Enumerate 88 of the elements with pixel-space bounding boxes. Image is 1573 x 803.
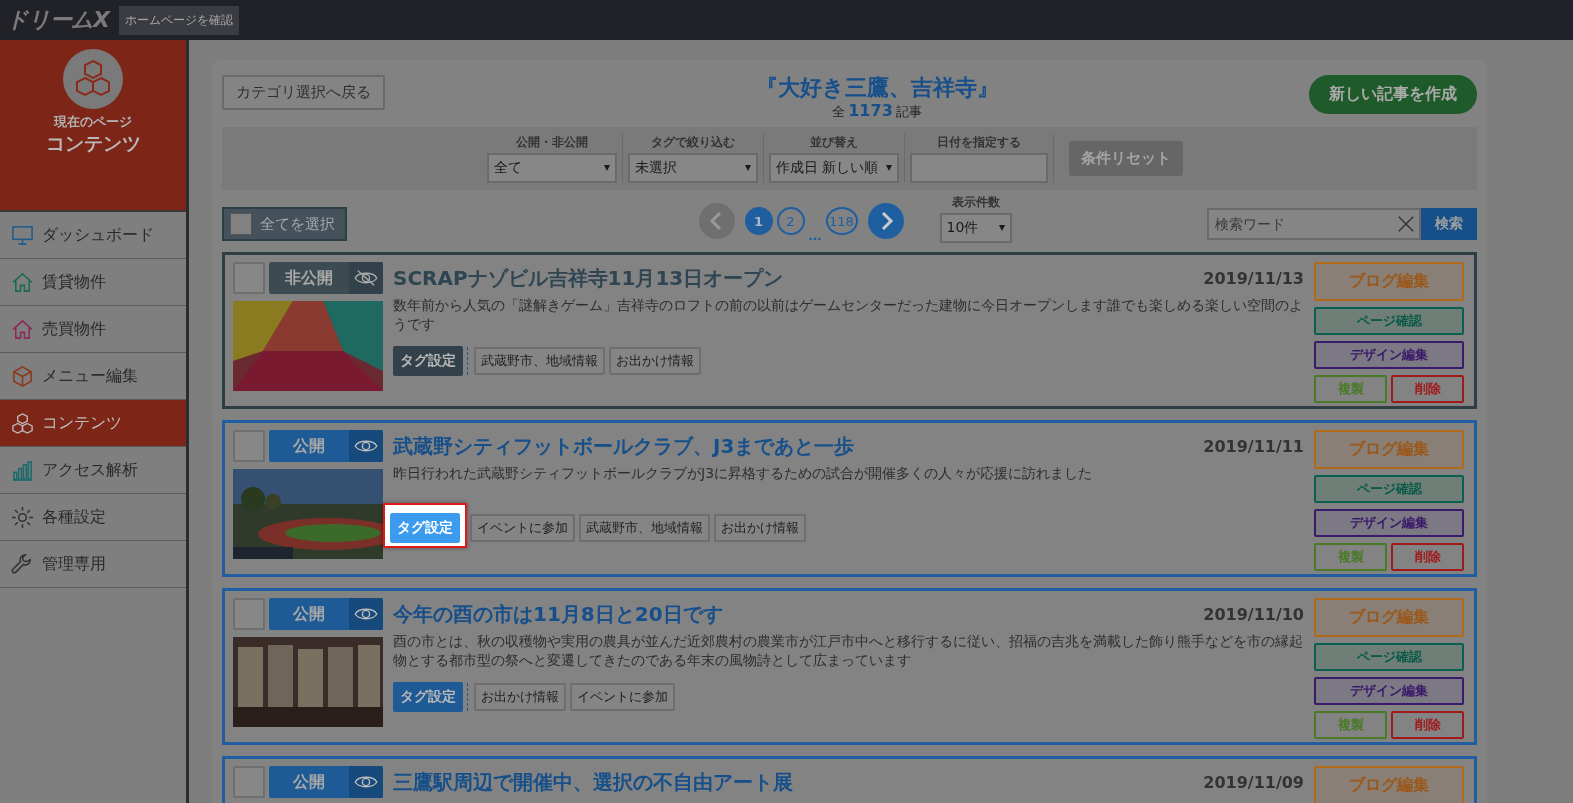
status-badge[interactable]: 非公開 [269,262,383,294]
checkbox[interactable] [233,262,265,294]
action-button[interactable]: 削除 [1391,375,1464,403]
house-icon [11,270,34,294]
action-button[interactable]: デザイン編集 [1314,341,1464,369]
action-button[interactable]: ページ確認 [1314,475,1464,503]
status-badge[interactable]: 公開 [269,598,383,630]
page-ellipsis: … [808,227,822,243]
action-button[interactable]: デザイン編集 [1314,677,1464,705]
sidebar-item[interactable]: 売買物件 [0,306,186,353]
filter-label: 公開・非公開 [516,134,588,151]
action-button[interactable]: デザイン編集 [1314,509,1464,537]
dropdown-arrow-icon [604,165,610,171]
action-button[interactable]: ページ確認 [1314,307,1464,335]
tag[interactable]: お出かけ情報 [609,347,701,375]
filter-label: 並び替え [810,134,858,151]
checkbox[interactable] [233,766,265,798]
sidebar-item[interactable]: 各種設定 [0,494,186,541]
checkbox[interactable] [233,430,265,462]
action-button[interactable]: 削除 [1391,711,1464,739]
logo[interactable]: ドリームX [6,5,109,35]
current-page-name: コンテンツ [45,131,141,156]
sidebar-item[interactable]: 賃貸物件 [0,259,186,306]
action-button[interactable]: 削除 [1391,543,1464,571]
back-button[interactable]: カテゴリ選択へ戻る [222,75,385,110]
cube-icon [11,364,34,388]
bar-chart-icon [11,458,34,482]
next-page-icon[interactable] [867,203,904,239]
status-badge[interactable]: 公開 [269,766,383,798]
count-suffix: 記事 [895,103,922,121]
tag[interactable]: 武蔵野市、地域情報 [474,347,605,375]
article-excerpt: 数年前から人気の「謎解きゲーム」吉祥寺のロフトの前の以前はゲームセンターだった建物に今日オープンします誰でも楽しめる楽しい空間のようです [393,296,1304,334]
article-excerpt: 酉の市とは、秋の収穫物や実用の農具が並んだ近郊農村の農業市が江戸市中へと移行するに従い、招福の吉兆を満載した飾り熊手などを市の縁起物とする都市型の祭へと変遷してきたのである年末の風物詩として広まっています [393,632,1304,670]
tag-settings-button[interactable]: タグ設定 [390,512,460,543]
tag[interactable]: お出かけ情報 [474,683,566,711]
count-prefix: 全 [832,103,846,121]
article-date: 2019/11/10 [1203,604,1304,624]
per-page-label: 表示件数 [951,193,1000,211]
tag-settings-button[interactable]: タグ設定 [393,346,463,376]
dropdown-arrow-icon [998,224,1005,231]
search-field[interactable]: 検索ワード [1207,208,1421,240]
sidebar-item[interactable]: アクセス解析 [0,447,186,494]
new-article-button[interactable]: 新しい記事を作成 [1309,75,1477,114]
page-link[interactable]: 1 [744,207,773,235]
sidebar-item[interactable]: ダッシュボード [0,212,186,259]
article-date: 2019/11/09 [1203,772,1304,792]
checkbox[interactable] [233,598,265,630]
filter-select[interactable]: 作成日 新しい順 [769,153,899,183]
select-all-button[interactable]: 全てを選択 [222,207,347,241]
eye-slash-icon [353,269,379,287]
cubes-icon [63,49,123,109]
dropdown-arrow-icon [745,165,751,171]
house-icon [11,317,34,341]
dropdown-arrow-icon [886,165,892,171]
article-title[interactable]: 三鷹駅周辺で開催中、選択の不自由アート展 [393,768,793,796]
tag[interactable]: 武蔵野市、地域情報 [579,514,710,542]
article-title[interactable]: 今年の酉の市は11月8日と20日です [393,600,723,628]
per-page-select[interactable]: 10件 [939,212,1012,243]
cubes-icon [11,411,34,435]
sidebar-item[interactable]: 管理専用 [0,541,186,588]
article-title[interactable]: SCRAPナゾビル吉祥寺11月13日オープン [393,264,784,292]
article-date: 2019/11/11 [1203,436,1304,456]
clear-icon[interactable] [1397,215,1415,233]
date-field[interactable] [910,153,1048,183]
settings-icon [11,505,34,529]
article-excerpt: 昨日行われた武蔵野シティフットボールクラブがJ3に昇格するための試合が開催多くの人々が応援に訪れました [393,464,1094,483]
article-title[interactable]: 武蔵野シティフットボールクラブ、J3まであと一歩 [393,432,855,460]
filter-label: タグで絞り込む [651,134,735,151]
filter-select[interactable]: 全て [487,153,617,183]
search-button[interactable]: 検索 [1421,208,1477,240]
current-page-caption: 現在のページ [54,113,132,131]
page-link[interactable]: 118 [825,207,858,235]
tag[interactable]: イベントに参加 [570,683,675,711]
category-title: 『大好き三鷹、吉祥寺』 [755,75,999,101]
homepage-button[interactable]: ホームページを確認 [118,5,239,35]
article-count: 1173 [848,101,893,120]
filter-select[interactable]: 未選択 [628,153,758,183]
tag[interactable]: イベントに参加 [470,514,575,542]
article-date: 2019/11/13 [1203,268,1304,288]
sidebar-item[interactable]: コンテンツ [0,400,186,447]
action-button[interactable]: ページ確認 [1314,643,1464,671]
monitor-icon [11,223,34,247]
tag[interactable]: お出かけ情報 [714,514,806,542]
wrench-icon [11,552,34,576]
filter-label: 日付を指定する [937,134,1021,151]
page-link[interactable]: 2 [776,207,805,235]
status-badge[interactable]: 公開 [269,430,383,462]
tag-settings-button[interactable]: タグ設定 [393,682,463,712]
